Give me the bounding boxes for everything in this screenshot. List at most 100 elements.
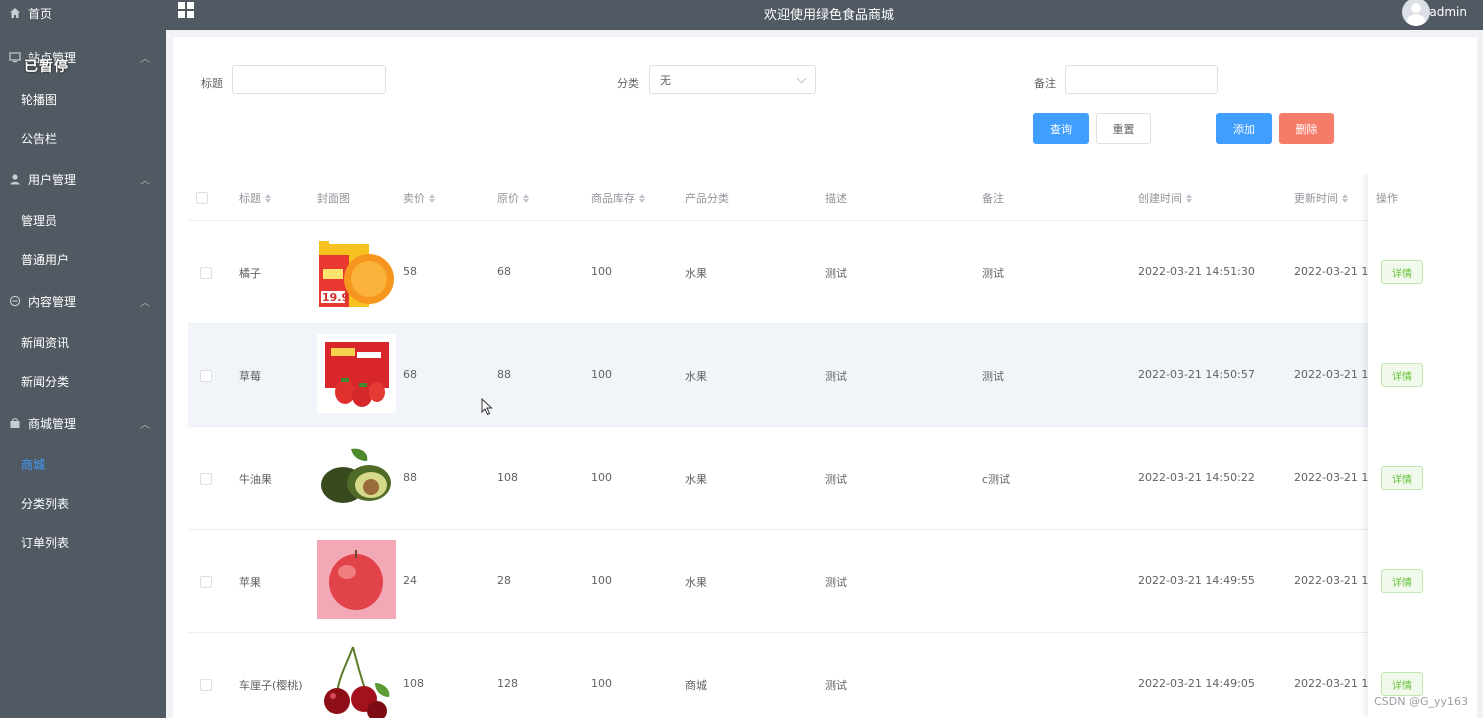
cell-title: 苹果 [239,576,261,589]
cell-original-price: 108 [497,471,518,484]
column-header-price[interactable]: 卖价 [403,190,435,206]
chevron-up-icon: ︿ [140,297,150,309]
column-header-title[interactable]: 标题 [239,190,271,206]
cell-title: 草莓 [239,370,261,383]
cell-title: 牛油果 [239,473,272,486]
sidebar-item-shop-label: 商城 [21,457,46,472]
goods-table: 标题 封面图 卖价 原价 商品库存 产品分类 描述 备注 创建时间 更新时间 橘… [188,173,1463,718]
cell-stock: 100 [591,471,612,484]
sidebar-item-category-list[interactable]: 分类列表 [0,493,166,513]
row-checkbox[interactable] [200,267,212,279]
cell-price: 24 [403,574,417,587]
table-row[interactable]: 橘子 19.9 58 68 100 水果 测试 测试 2022-03-21 14… [188,220,1463,324]
detail-button[interactable]: 详情 [1381,466,1423,490]
column-header-actions-label: 操作 [1376,192,1398,205]
chevron-up-icon: ︿ [140,175,150,187]
table-row[interactable]: 苹果 24 28 100 水果 测试 2022-03-21 14:49:55 2… [188,529,1463,633]
delete-button[interactable]: 删除 [1279,113,1334,144]
select-all-checkbox[interactable] [196,192,208,204]
sidebar-group-shop[interactable]: 商城管理 ︿ [0,413,166,433]
row-checkbox[interactable] [200,473,212,485]
cell-title: 橘子 [239,267,261,280]
sidebar-item-shop[interactable]: 商城 [0,454,166,474]
table-row[interactable]: 草莓 68 88 100 水果 测试 测试 2022-03-21 14:50:5… [188,323,1463,427]
title-filter-input[interactable] [232,65,386,94]
cell-description: 测试 [825,679,847,692]
cover-image-avocado [317,437,396,516]
avatar[interactable] [1402,0,1430,26]
cell-original-price: 128 [497,677,518,690]
sidebar-group-users[interactable]: 用户管理 ︿ [0,169,166,189]
category-filter-select[interactable]: 无 [649,65,816,94]
cell-original-price: 88 [497,368,511,381]
sidebar-item-category-list-label: 分类列表 [21,496,70,511]
query-button[interactable]: 查询 [1033,113,1089,144]
sidebar-item-order-list[interactable]: 订单列表 [0,532,166,552]
add-button[interactable]: 添加 [1216,113,1272,144]
column-header-cover: 封面图 [317,190,350,206]
detail-button[interactable]: 详情 [1381,260,1423,284]
chevron-down-icon [796,73,807,84]
sidebar-item-admins[interactable]: 管理员 [0,210,166,230]
detail-button[interactable]: 详情 [1381,672,1423,696]
top-header: 欢迎使用绿色食品商城 admin [166,0,1483,30]
column-header-updated[interactable]: 更新时间 [1294,190,1348,206]
table-row[interactable]: 车厘子(樱桃) 108 128 100 商城 测试 2022-03-21 14:… [188,632,1463,718]
sort-icon[interactable] [429,193,435,203]
sidebar-item-news-category[interactable]: 新闻分类 [0,371,166,391]
column-header-description: 描述 [825,190,847,206]
sort-icon[interactable] [1342,193,1348,203]
sort-icon[interactable] [639,193,645,203]
table-row[interactable]: 牛油果 88 108 100 水果 测试 c测试 2022-03-21 14:5… [188,426,1463,530]
sort-icon[interactable] [265,193,271,203]
cell-created: 2022-03-21 14:50:57 [1138,368,1255,381]
column-header-description-label: 描述 [825,192,847,205]
sort-icon[interactable] [1186,193,1192,203]
sidebar-group-content[interactable]: 内容管理 ︿ [0,291,166,311]
sidebar-item-news-label: 新闻资讯 [21,335,70,350]
sidebar-item-carousel[interactable]: 轮播图 [0,89,166,109]
sidebar-item-normal-users-label: 普通用户 [21,252,70,267]
detail-button[interactable]: 详情 [1381,569,1423,593]
cell-description: 测试 [825,370,847,383]
sidebar: 首页 站点管理 ︿ 已暂停 轮播图 公告栏 用户管理 ︿ 管理员 普通用户 内容… [0,0,166,718]
shop-icon [9,417,21,429]
cell-original-price: 68 [497,265,511,278]
cell-remark: c测试 [982,473,1011,486]
sort-icon[interactable] [523,193,529,203]
cell-stock: 100 [591,677,612,690]
username[interactable]: admin [1429,5,1467,19]
cell-remark: 测试 [982,267,1004,280]
cell-category: 水果 [685,576,707,589]
reset-button[interactable]: 重置 [1096,113,1151,144]
row-checkbox[interactable] [200,679,212,691]
cell-category: 商城 [685,679,707,692]
cell-stock: 100 [591,368,612,381]
watermark: CSDN @G_yy163 [1374,695,1468,708]
sidebar-item-notice[interactable]: 公告栏 [0,128,166,148]
category-filter-value: 无 [660,73,671,87]
cell-price: 108 [403,677,424,690]
sidebar-group-shop-label: 商城管理 [28,416,77,431]
column-header-stock-label: 商品库存 [591,192,635,205]
column-header-updated-label: 更新时间 [1294,192,1338,205]
column-header-category-label: 产品分类 [685,192,729,205]
column-header-category: 产品分类 [685,190,729,206]
sidebar-item-home[interactable]: 首页 [0,3,166,23]
cell-category: 水果 [685,473,707,486]
row-checkbox[interactable] [200,370,212,382]
column-header-created[interactable]: 创建时间 [1138,190,1192,206]
column-header-remark-label: 备注 [982,192,1004,205]
column-header-cover-label: 封面图 [317,192,350,205]
detail-button[interactable]: 详情 [1381,363,1423,387]
operation-column: 操作 详情 详情 详情 详情 详情 [1368,173,1463,718]
sidebar-item-order-list-label: 订单列表 [21,535,70,550]
cell-created: 2022-03-21 14:49:55 [1138,574,1255,587]
column-header-stock[interactable]: 商品库存 [591,190,645,206]
remark-filter-input[interactable] [1065,65,1218,94]
sidebar-item-news[interactable]: 新闻资讯 [0,332,166,352]
column-header-original-price[interactable]: 原价 [497,190,529,206]
sidebar-item-normal-users[interactable]: 普通用户 [0,249,166,269]
row-checkbox[interactable] [200,576,212,588]
column-header-remark: 备注 [982,190,1004,206]
